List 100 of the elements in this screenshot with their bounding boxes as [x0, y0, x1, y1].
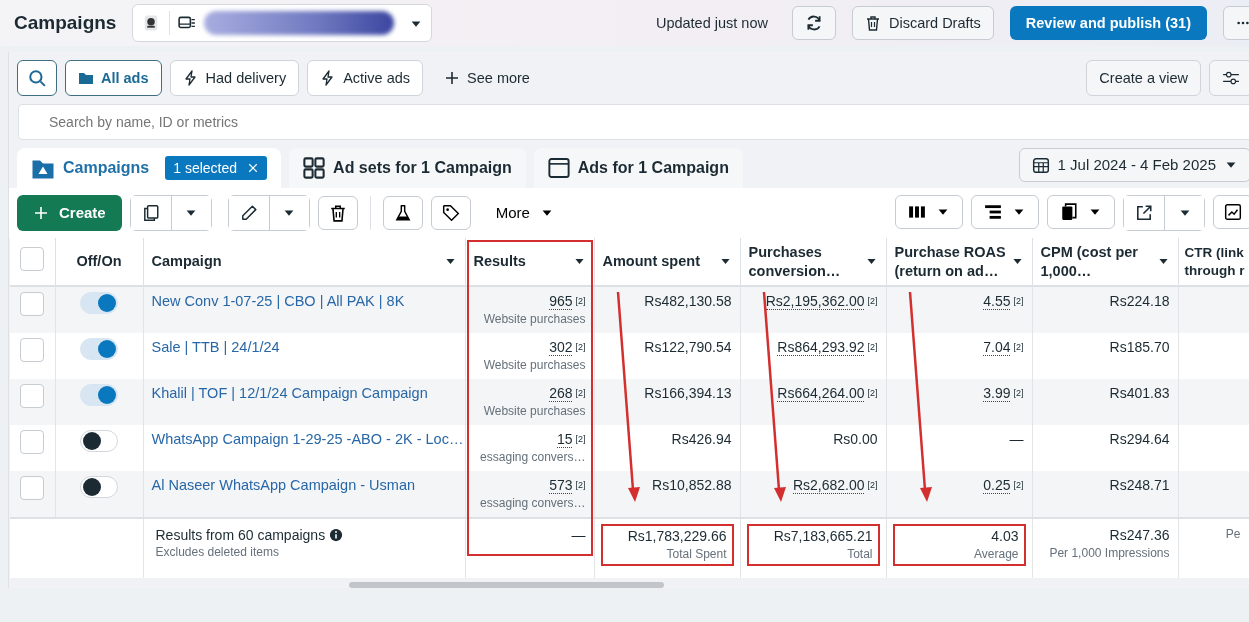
test-button[interactable]	[382, 196, 423, 230]
metric-caption: Total Spent	[665, 546, 727, 563]
tab[interactable]: Ads for 1 Campaign	[533, 148, 743, 188]
metric-value: 4.03	[990, 527, 1019, 546]
create-button[interactable]: Create	[17, 195, 122, 231]
discard-drafts-button[interactable]: Discard Drafts	[851, 6, 994, 40]
search-icon	[28, 69, 46, 87]
date-range-button[interactable]: 1 Jul 2024 - 4 Feb 2025	[1018, 148, 1249, 182]
document-menu-button[interactable]	[1047, 195, 1115, 229]
column-header[interactable]: Purchases conversion…	[748, 242, 861, 281]
window-icon	[547, 157, 570, 179]
column-header[interactable]: CTR (link through r	[1184, 243, 1249, 280]
on-off-toggle[interactable]	[80, 430, 118, 452]
info-icon	[329, 528, 344, 543]
search-button[interactable]	[17, 60, 57, 96]
filter-chip[interactable]: Had delivery	[169, 60, 300, 96]
chart-button[interactable]	[1213, 195, 1249, 229]
metric-value: Rs7,183,665.21	[772, 527, 873, 546]
delete-button[interactable]	[317, 196, 358, 230]
calendar-icon	[1031, 156, 1050, 174]
folder-icon	[78, 70, 94, 86]
metric-value: 965 [2]	[548, 292, 586, 311]
filter-chip[interactable]: All ads	[65, 60, 162, 96]
metric-value: Rs166,394.13	[643, 384, 732, 403]
metric-value: Rs864,293.92 [2]	[776, 338, 878, 357]
metric-caption: essaging convers…	[479, 495, 586, 512]
metric-value: Rs401.83	[1108, 384, 1170, 403]
tag-button[interactable]	[430, 196, 471, 230]
rows-icon	[984, 203, 1002, 221]
page-title: Campaigns	[14, 10, 117, 35]
metric-value: Rs664,264.00 [2]	[776, 384, 878, 403]
export-icon	[1135, 204, 1153, 222]
tag-icon	[441, 204, 460, 222]
refresh-button[interactable]	[791, 6, 836, 40]
horizontal-scrollbar[interactable]	[349, 582, 664, 588]
review-publish-button[interactable]: Review and publish (31)	[1009, 6, 1207, 40]
trash-icon	[864, 15, 881, 31]
tab-label: Campaigns	[63, 157, 150, 178]
metric-value: Rs248.71	[1108, 476, 1170, 495]
on-off-toggle[interactable]	[80, 384, 118, 406]
column-header[interactable]: Off/On	[76, 253, 122, 270]
tab[interactable]: Campaigns 1 selected	[17, 148, 282, 188]
tab-label: Ad sets for 1 Campaign	[333, 157, 512, 178]
campaign-link[interactable]: WhatsApp Campaign 1-29-25 -ABO - 2K - Loc…	[151, 431, 464, 447]
refresh-icon	[804, 14, 823, 32]
rows-menu-button[interactable]	[971, 195, 1039, 229]
edit-split-button[interactable]	[227, 195, 310, 231]
column-header[interactable]: Results	[473, 252, 569, 271]
on-off-toggle[interactable]	[80, 292, 118, 314]
row-checkbox[interactable]	[20, 384, 45, 408]
copy-icon	[141, 204, 160, 222]
column-header[interactable]: Amount spent	[602, 252, 715, 271]
metric-value: Rs426.94	[670, 430, 732, 449]
columns-icon	[908, 203, 926, 221]
duplicate-split-button[interactable]	[129, 195, 212, 231]
metric-value: Rs122,790.54	[643, 338, 732, 357]
metric-caption: Website purchases	[482, 403, 586, 420]
metric-value: Rs2,195,362.00 [2]	[764, 292, 878, 311]
trash-icon	[328, 204, 347, 222]
close-icon	[247, 162, 260, 174]
metric-caption: Per 1,000 Impressions	[1048, 545, 1170, 562]
row-checkbox[interactable]	[20, 292, 45, 316]
update-status: Updated just now	[655, 13, 768, 33]
filter-chip[interactable]: Active ads	[307, 60, 424, 96]
tab[interactable]: Ad sets for 1 Campaign	[289, 148, 526, 188]
filter-chip[interactable]: See more	[431, 60, 543, 96]
sliders-icon	[1222, 69, 1240, 87]
column-header[interactable]: Campaign	[151, 252, 444, 271]
metric-caption: Total	[846, 546, 873, 563]
campaign-link[interactable]: Sale | TTB | 24/1/24	[151, 339, 280, 355]
flask-icon	[393, 204, 412, 222]
metric-value: Rs1,783,229.66	[626, 527, 727, 546]
on-off-toggle[interactable]	[80, 476, 118, 498]
row-checkbox[interactable]	[20, 338, 45, 362]
on-off-toggle[interactable]	[80, 338, 118, 360]
metric-value: Rs2,682.00 [2]	[791, 476, 878, 495]
metric-caption: essaging convers…	[479, 449, 586, 466]
account-selector[interactable]	[132, 4, 433, 42]
metric-value: 3.99 [2]	[982, 384, 1024, 403]
filter-settings-button[interactable]	[1209, 60, 1249, 96]
chart-icon	[1224, 203, 1242, 221]
selection-count: 1 selected	[173, 158, 238, 178]
create-view-button[interactable]: Create a view	[1086, 60, 1201, 96]
metric-value: 4.55 [2]	[982, 292, 1024, 311]
select-all-checkbox[interactable]	[20, 247, 45, 272]
totals-label: Results from 60 campaigns	[155, 526, 326, 545]
row-checkbox[interactable]	[20, 476, 45, 500]
column-header[interactable]: Purchase ROAS (return on ad…	[894, 242, 1007, 281]
metric-value: 0.25 [2]	[982, 476, 1024, 495]
metric-value: Rs185.70	[1108, 338, 1170, 357]
metric-value: Rs10,852.88	[651, 476, 732, 495]
row-checkbox[interactable]	[20, 430, 45, 454]
document-icon	[1060, 203, 1078, 221]
export-split-button[interactable]	[1123, 195, 1205, 231]
column-header[interactable]: CPM (cost per 1,000…	[1040, 242, 1153, 281]
search-field[interactable]: Search by name, ID or metrics	[18, 104, 1249, 140]
totals-note: Excludes deleted items	[155, 544, 280, 562]
metric-value: 573 [2]	[548, 476, 586, 495]
metric-value: —	[1008, 430, 1024, 449]
columns-menu-button[interactable]	[895, 195, 963, 229]
